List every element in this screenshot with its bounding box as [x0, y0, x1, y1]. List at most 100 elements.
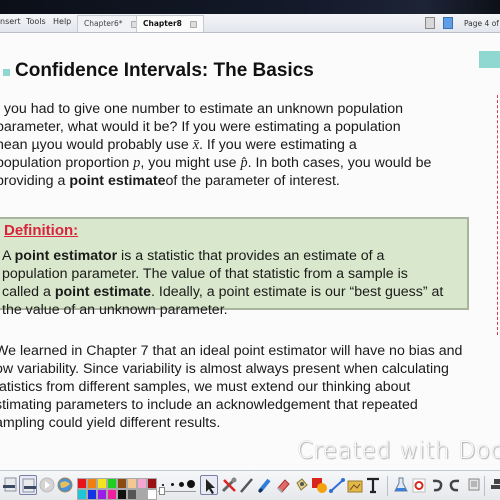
page-thumbnail-icon[interactable]	[443, 17, 453, 29]
stamp-icon	[491, 479, 500, 489]
globe-icon	[57, 477, 73, 493]
paint-bucket-icon	[296, 478, 308, 491]
menu-insert[interactable]: nsert	[0, 17, 21, 26]
page-view-button[interactable]	[465, 475, 483, 495]
color-swatch[interactable]	[97, 478, 107, 489]
bold-term: point estimator	[14, 248, 118, 264]
text-span: . If you were estimating a	[199, 137, 357, 153]
play-icon	[39, 477, 55, 493]
play-button[interactable]	[38, 475, 56, 495]
color-swatch[interactable]	[107, 489, 117, 500]
text-span: A	[2, 248, 15, 264]
web-button[interactable]	[56, 475, 74, 495]
pen-size-xs[interactable]	[162, 484, 164, 486]
text-span: . Ideally, a point estimate is our “best…	[151, 284, 444, 300]
text-line: nean µyou would probably use x̄. If you …	[0, 136, 431, 154]
eraser-icon	[277, 479, 290, 493]
pen-size-m[interactable]	[179, 482, 184, 487]
text-icon	[367, 477, 379, 494]
text-span: , you might use	[140, 155, 241, 171]
text-line: We learned in Chapter 7 that an ideal po…	[0, 343, 463, 359]
redo-button[interactable]	[446, 475, 464, 495]
window-title-bar	[0, 0, 500, 14]
image-tool[interactable]	[346, 475, 364, 495]
text-span: of the parameter of interest.	[165, 173, 340, 189]
bold-term: point estimate	[69, 173, 166, 189]
undo-icon	[432, 479, 443, 492]
color-swatch[interactable]	[147, 489, 157, 500]
color-swatch[interactable]	[77, 489, 87, 500]
shapes-icon	[312, 478, 327, 493]
bold-term: point estimate	[54, 284, 152, 300]
definition-box: Definition: A point estimator is a stati…	[0, 217, 469, 318]
tab-label: Chapter6*	[84, 19, 123, 28]
eraser-tool[interactable]	[274, 475, 292, 495]
image-icon	[347, 480, 363, 493]
watermark: Created with Doce	[297, 438, 500, 464]
toolbar-separator	[387, 476, 388, 496]
text-line: A point estimator is a statistic that pr…	[2, 247, 443, 265]
flask-icon	[394, 477, 408, 492]
stamp-button[interactable]	[488, 475, 500, 495]
opacity-slider-thumb[interactable]	[159, 487, 165, 495]
undo-button[interactable]	[428, 475, 446, 495]
text-tool[interactable]	[364, 475, 382, 495]
highlighter-icon	[257, 478, 271, 494]
text-span: providing a	[0, 173, 70, 189]
color-swatch[interactable]	[137, 489, 147, 500]
fill-tool[interactable]	[292, 475, 310, 495]
prev-page-icon	[3, 477, 17, 492]
select-tool[interactable]	[200, 475, 218, 495]
shape-tool[interactable]	[310, 475, 328, 495]
color-swatch[interactable]	[97, 489, 107, 500]
page-indicator: Page 4 of 4	[464, 19, 500, 28]
color-swatch[interactable]	[87, 478, 97, 489]
toolbar-separator	[484, 476, 485, 496]
color-swatch[interactable]	[117, 489, 127, 500]
pen-tool[interactable]	[238, 475, 256, 495]
next-page-icon	[22, 478, 36, 493]
color-swatch[interactable]	[77, 478, 87, 489]
color-swatch[interactable]	[147, 478, 157, 489]
color-swatch[interactable]	[117, 478, 127, 489]
text-span: . In both cases, you would be	[247, 155, 432, 171]
pen-size-l[interactable]	[187, 480, 195, 488]
tools-button[interactable]	[220, 475, 238, 495]
tab-chapter8[interactable]: Chapter8	[136, 15, 204, 32]
next-page-button[interactable]	[19, 475, 37, 495]
slide-accent-block	[479, 51, 500, 68]
text-line: called a point estimate. Ideally, a poin…	[2, 283, 443, 301]
color-swatch[interactable]	[107, 478, 117, 489]
color-swatch[interactable]	[127, 478, 137, 489]
menu-tools[interactable]: Tools	[26, 17, 46, 26]
menu-help[interactable]: Help	[53, 17, 71, 26]
text-line: the value of an unknown parameter.	[2, 302, 228, 318]
title-bullet-icon	[3, 69, 10, 76]
page-layout-icon[interactable]	[425, 17, 435, 29]
text-span: nean µyou would probably use	[0, 137, 193, 153]
pen-size-s[interactable]	[171, 483, 174, 486]
text-line: ow variability. Since variability is alm…	[0, 361, 449, 377]
previous-page-button[interactable]	[2, 475, 20, 495]
closing-paragraph: We learned in Chapter 7 that an ideal po…	[0, 342, 462, 432]
slide-title: Confidence Intervals: The Basics	[15, 60, 314, 81]
line-tool[interactable]	[328, 475, 346, 495]
color-swatch[interactable]	[137, 478, 147, 489]
cursor-arrow-icon	[206, 479, 215, 494]
text-span: population proportion	[0, 155, 134, 171]
intro-paragraph: f you had to give one number to estimate…	[0, 100, 431, 190]
tab-chapter6[interactable]: Chapter6*	[77, 15, 145, 32]
p-hat-symbol: p̂	[240, 155, 248, 171]
wrench-screwdriver-icon	[221, 477, 237, 493]
color-swatch[interactable]	[127, 489, 137, 500]
refresh-button[interactable]	[410, 475, 428, 495]
color-swatch[interactable]	[87, 489, 97, 500]
text-line: parameter, what would it be? If you were…	[0, 119, 401, 135]
close-tab-icon[interactable]	[189, 20, 197, 28]
redo-icon	[449, 479, 460, 492]
highlighter-tool[interactable]	[256, 475, 274, 495]
clear-button[interactable]	[392, 475, 410, 495]
text-line: providing a point estimateof the paramet…	[0, 172, 431, 190]
page-view-icon	[468, 478, 480, 491]
tab-label: Chapter8	[143, 19, 182, 28]
